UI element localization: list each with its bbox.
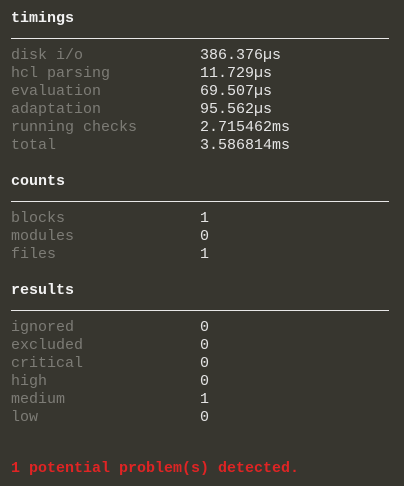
row-label: blocks	[11, 210, 66, 227]
row-label: adaptation	[11, 101, 102, 118]
section-timings: timings disk i/o 386.376µs hcl parsing 11.…	[11, 10, 389, 155]
row-value: 1	[200, 391, 210, 408]
row-value: 2.715462ms	[200, 119, 291, 136]
row-value: 3.586814ms	[200, 137, 291, 154]
table-row: low 0	[11, 409, 389, 427]
table-row: disk i/o 386.376µs	[11, 47, 389, 65]
row-value: 0	[200, 319, 210, 336]
table-row: blocks 1	[11, 210, 389, 228]
row-label: excluded	[11, 337, 84, 354]
row-label: medium	[11, 391, 66, 408]
table-row: high 0	[11, 373, 389, 391]
row-value: 0	[200, 228, 210, 245]
row-label: low	[11, 409, 39, 426]
row-label: running checks	[11, 119, 138, 136]
section-title: results	[11, 282, 75, 299]
table-row: critical 0	[11, 355, 389, 373]
row-value: 11.729µs	[200, 65, 273, 82]
row-value: 0	[200, 337, 210, 354]
table-row: modules 0	[11, 228, 389, 246]
section-title: timings	[11, 10, 75, 27]
table-row: evaluation 69.507µs	[11, 83, 389, 101]
row-value: 1	[200, 246, 210, 263]
row-value: 1	[200, 210, 210, 227]
summary-output: timings disk i/o 386.376µs hcl parsing 11.…	[11, 10, 389, 445]
divider	[11, 201, 389, 202]
row-label: modules	[11, 228, 75, 245]
section-results: results ignored 0 excluded 0 critical 0 hig…	[11, 282, 389, 427]
table-row: ignored 0	[11, 319, 389, 337]
table-row: hcl parsing 11.729µs	[11, 65, 389, 83]
table-row: total 3.586814ms	[11, 137, 389, 155]
problems-detected-message: 1 potential problem(s) detected.	[11, 460, 300, 477]
table-row: adaptation 95.562µs	[11, 101, 389, 119]
table-row: excluded 0	[11, 337, 389, 355]
row-label: evaluation	[11, 83, 102, 100]
section-counts: counts blocks 1 modules 0 files 1	[11, 173, 389, 264]
row-value: 95.562µs	[200, 101, 273, 118]
row-label: critical	[11, 355, 84, 372]
table-row: medium 1	[11, 391, 389, 409]
row-label: disk i/o	[11, 47, 84, 64]
row-value: 0	[200, 373, 210, 390]
table-row: running checks 2.715462ms	[11, 119, 389, 137]
section-title: counts	[11, 173, 66, 190]
row-value: 386.376µs	[200, 47, 282, 64]
row-label: hcl parsing	[11, 65, 111, 82]
divider	[11, 310, 389, 311]
row-label: high	[11, 373, 48, 390]
row-label: total	[11, 137, 57, 154]
table-row: files 1	[11, 246, 389, 264]
divider	[11, 38, 389, 39]
row-value: 0	[200, 409, 210, 426]
row-value: 69.507µs	[200, 83, 273, 100]
row-value: 0	[200, 355, 210, 372]
row-label: files	[11, 246, 57, 263]
row-label: ignored	[11, 319, 75, 336]
